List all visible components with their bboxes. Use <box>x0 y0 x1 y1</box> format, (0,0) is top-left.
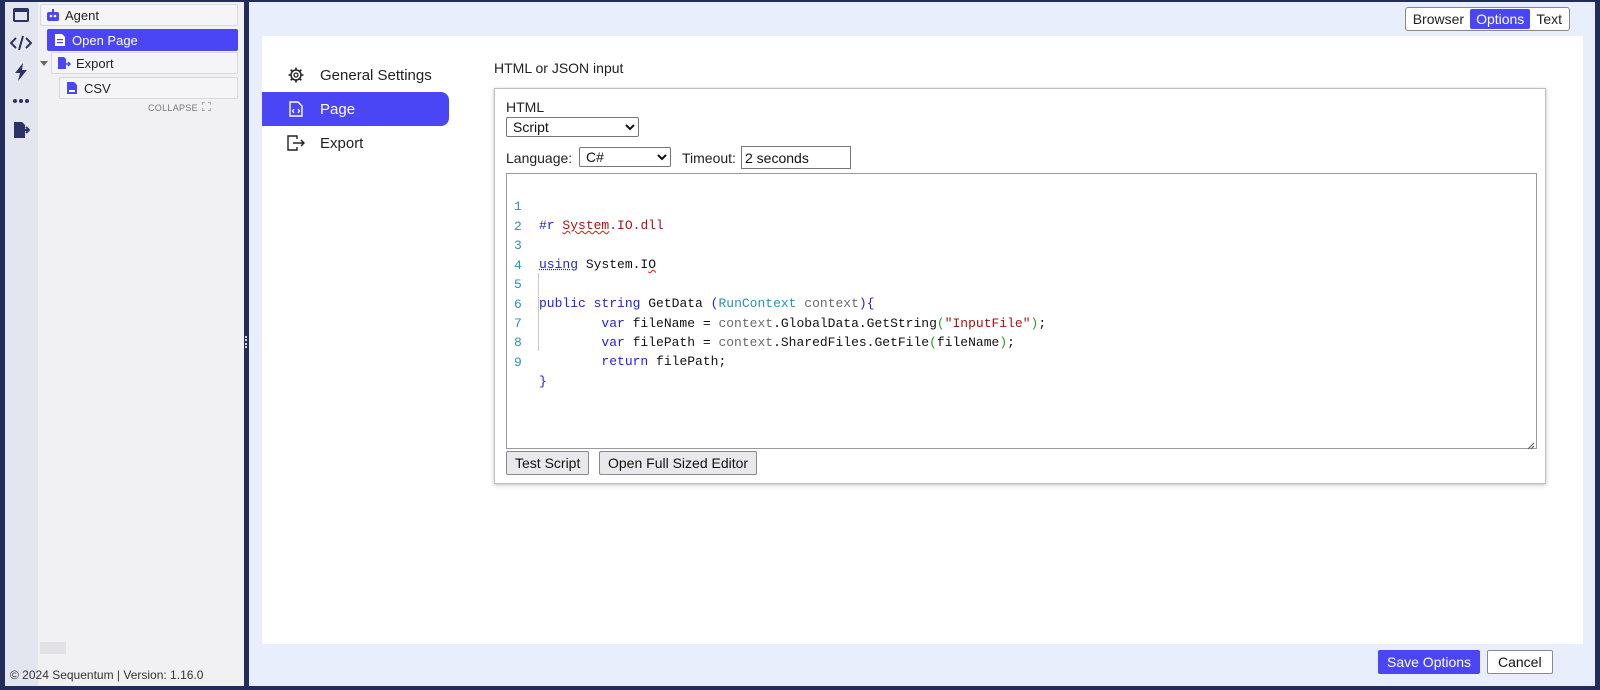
section-title: HTML or JSON input <box>494 60 624 76</box>
tree-scrollbar[interactable] <box>40 642 66 654</box>
tree-item-label: Agent <box>65 7 99 23</box>
export-file-icon[interactable] <box>10 119 32 141</box>
expand-icon <box>201 101 212 113</box>
code-line: 8 return filePath; <box>507 314 1536 369</box>
chevron-down-icon[interactable] <box>38 58 50 70</box>
lightning-icon[interactable] <box>10 61 32 83</box>
view-switch: Browser Options Text <box>1404 7 1570 31</box>
nav-label: Export <box>320 134 364 152</box>
tab-options[interactable]: Options <box>1470 9 1531 29</box>
code-icon[interactable] <box>10 32 32 54</box>
footer-version: © 2024 Sequentum | Version: 1.16.0 <box>10 668 204 682</box>
code-line: 5 public string GetData (RunContext cont… <box>507 256 1536 311</box>
tree-item-label: Open Page <box>72 32 138 48</box>
tree-item-open-page[interactable]: Open Page <box>47 29 238 51</box>
code-line: 7 var filePath = context.SharedFiles.Get… <box>507 295 1536 350</box>
timeout-label: Timeout: <box>682 150 736 166</box>
nav-page[interactable]: Page <box>262 92 449 126</box>
code-file-icon <box>286 99 306 119</box>
cancel-button[interactable]: Cancel <box>1487 650 1553 674</box>
code-line: 4 <box>507 237 1536 273</box>
nav-label: Page <box>320 100 356 118</box>
tree-item-csv[interactable]: CSV <box>59 77 238 99</box>
code-editor[interactable]: 1 #r System.IO.dll 2 3 using System.IO 4… <box>506 173 1537 450</box>
splitter-handle[interactable] <box>245 336 247 348</box>
tree-item-export[interactable]: Export <box>51 52 238 74</box>
csv-file-icon <box>64 80 80 96</box>
save-options-button[interactable]: Save Options <box>1378 650 1481 674</box>
options-panel: General Settings Page Export HTML or JSO… <box>262 36 1583 644</box>
code-text: } <box>539 374 547 389</box>
code-line: 2 <box>507 198 1536 234</box>
tree-item-label: CSV <box>84 80 111 96</box>
robot-icon <box>45 7 61 23</box>
nav-label: General Settings <box>320 66 432 84</box>
input-settings-box: HTML Script Language: C# Timeout: 1 #r S… <box>494 88 1546 484</box>
nav-export[interactable]: Export <box>262 126 449 160</box>
code-line: 9 } <box>507 334 1536 389</box>
language-select[interactable]: C# <box>579 147 671 167</box>
html-mode-select[interactable]: Script <box>506 117 639 137</box>
tab-text[interactable]: Text <box>1530 9 1568 29</box>
export-icon <box>286 133 306 153</box>
html-label: HTML <box>506 99 545 115</box>
export-file-icon <box>56 55 72 71</box>
open-full-editor-button[interactable]: Open Full Sized Editor <box>599 451 758 475</box>
language-label: Language: <box>506 150 573 166</box>
page-icon <box>52 32 68 48</box>
line-number: 9 <box>514 355 522 370</box>
agent-tree: Agent Open Page Export CSV COLLAPSE <box>38 2 244 686</box>
window-icon[interactable] <box>10 4 32 26</box>
test-script-button[interactable]: Test Script <box>506 451 590 475</box>
collapse-label: COLLAPSE <box>148 102 198 113</box>
nav-general-settings[interactable]: General Settings <box>262 58 449 92</box>
gear-icon <box>286 65 306 85</box>
collapse-button[interactable]: COLLAPSE <box>148 101 212 113</box>
tree-item-agent[interactable]: Agent <box>40 4 238 26</box>
more-icon[interactable] <box>10 90 32 112</box>
code-line: 6 var fileName = context.GlobalData.GetS… <box>507 276 1536 331</box>
icon-rail <box>5 2 38 686</box>
tree-item-label: Export <box>76 55 114 71</box>
resize-grip-icon[interactable] <box>1527 439 1535 450</box>
code-line: 1 #r System.IO.dll <box>507 178 1536 233</box>
tab-browser[interactable]: Browser <box>1407 9 1470 29</box>
code-line: 3 using System.IO <box>507 217 1536 272</box>
options-main: Browser Options Text General Settings Pa… <box>249 2 1595 686</box>
timeout-input[interactable] <box>741 146 851 169</box>
